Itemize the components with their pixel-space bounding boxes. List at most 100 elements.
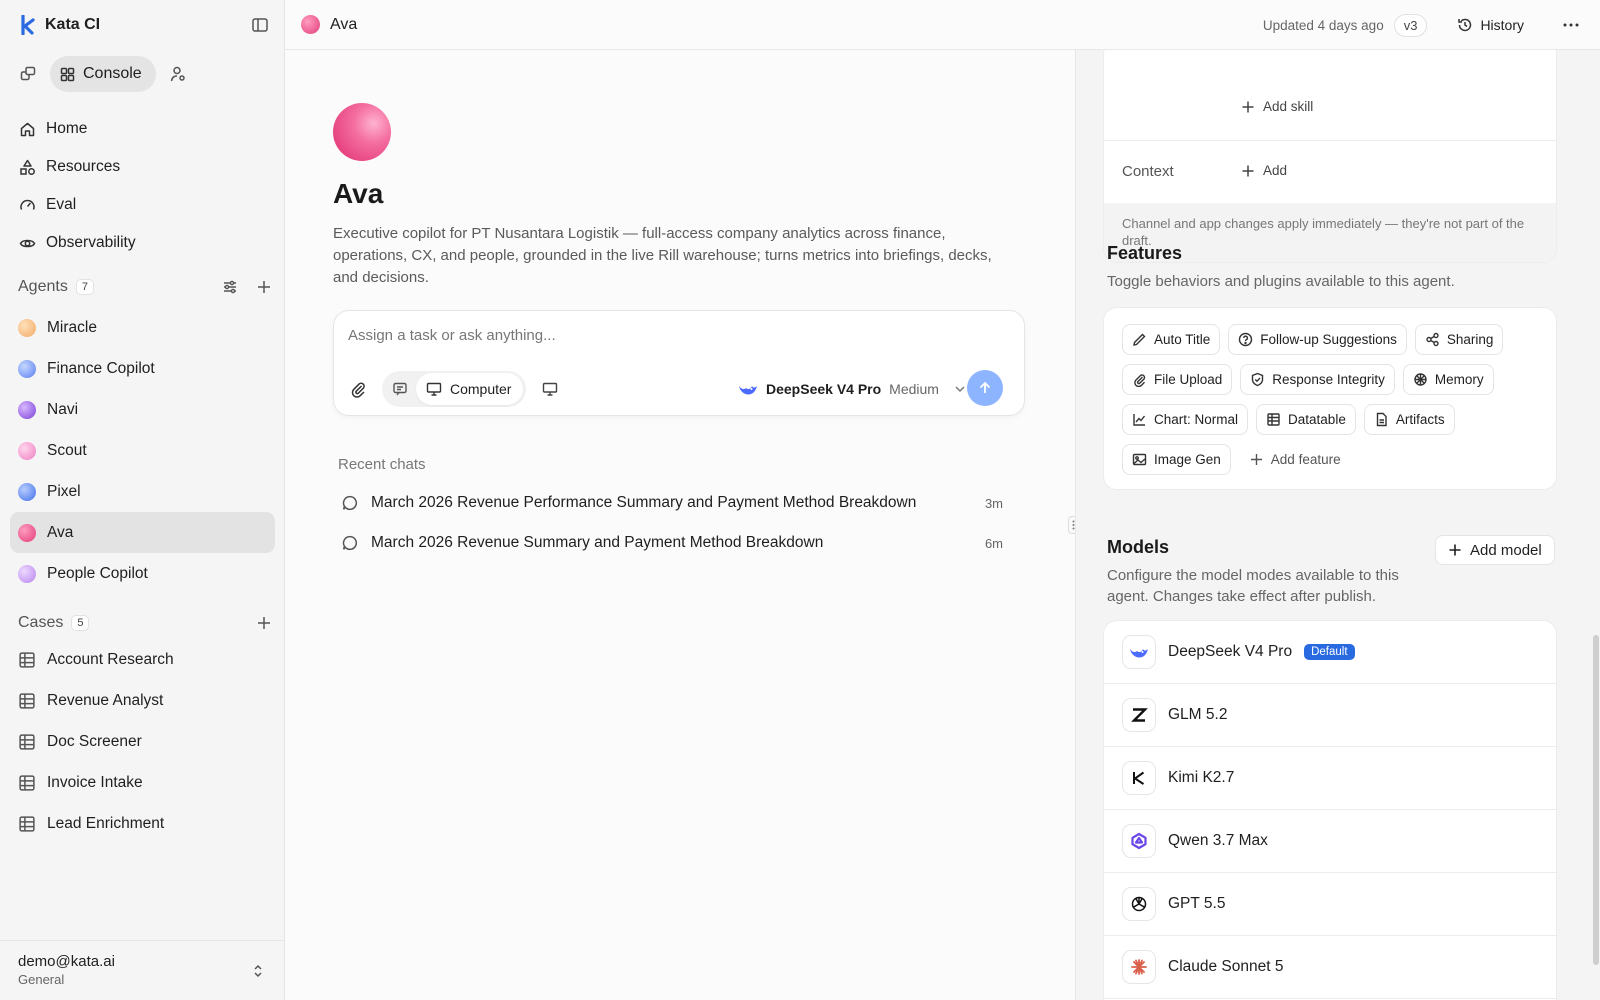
- feature-chip-memory[interactable]: Memory: [1402, 364, 1494, 395]
- case-item[interactable]: Account Research: [10, 639, 275, 680]
- zhipu-logo-icon: [1122, 698, 1156, 732]
- chevron-down-icon: [955, 386, 965, 393]
- plus-icon: [1242, 165, 1254, 176]
- feature-chip-follow-up[interactable]: Follow-up Suggestions: [1228, 324, 1407, 355]
- features-card: Auto Title Follow-up Suggestions Sharing…: [1103, 307, 1557, 490]
- feature-chip-auto-title[interactable]: Auto Title: [1122, 324, 1221, 355]
- history-button[interactable]: History: [1449, 17, 1532, 33]
- account-switcher[interactable]: demo@kata.ai General: [0, 940, 285, 1000]
- pencil-icon: [1133, 333, 1146, 346]
- model-row-claude[interactable]: Claude Sonnet 5: [1104, 936, 1556, 999]
- computer-mode-button[interactable]: Computer: [416, 373, 524, 405]
- image-icon: [1132, 453, 1147, 466]
- divider: [1104, 140, 1556, 141]
- gauge-icon: [18, 196, 36, 214]
- model-row-gpt[interactable]: GPT 5.5: [1104, 873, 1556, 936]
- send-button[interactable]: [967, 370, 1003, 406]
- add-feature-button[interactable]: Add feature: [1238, 444, 1351, 475]
- agent-item-scout[interactable]: Scout: [10, 430, 275, 471]
- chip-label: Memory: [1434, 372, 1484, 387]
- nav-label: Eval: [46, 196, 77, 213]
- mode-switcher: Console: [18, 56, 188, 92]
- feature-chip-response-integrity[interactable]: Response Integrity: [1240, 364, 1395, 395]
- plus-icon: [1250, 454, 1262, 465]
- feature-chips: Auto Title Follow-up Suggestions Sharing…: [1122, 324, 1547, 475]
- agent-item-miracle[interactable]: Miracle: [10, 307, 275, 348]
- task-composer: Computer DeepSeek V4 Pro Medium: [333, 310, 1025, 416]
- user-settings-icon[interactable]: [168, 64, 188, 84]
- more-options-icon[interactable]: [1560, 14, 1582, 36]
- plus-icon: [1449, 544, 1461, 556]
- brand[interactable]: Kata CI: [20, 14, 100, 36]
- model-row-kimi[interactable]: Kimi K2.7: [1104, 747, 1556, 810]
- model-row-qwen[interactable]: Qwen 3.7 Max: [1104, 810, 1556, 873]
- agent-item-ava[interactable]: Ava: [10, 512, 275, 553]
- agents-section-header: Agents 7: [18, 275, 273, 299]
- model-name: Claude Sonnet 5: [1168, 958, 1284, 975]
- agent-item-pixel[interactable]: Pixel: [10, 471, 275, 512]
- feature-chip-chart[interactable]: Chart: Normal: [1122, 404, 1249, 435]
- case-item[interactable]: Lead Enrichment: [10, 803, 275, 844]
- paperclip-icon: [1134, 374, 1146, 387]
- config-panel: Add skill Context Add Channel and app ch…: [1075, 50, 1600, 1000]
- add-model-button[interactable]: Add model: [1435, 535, 1555, 565]
- nav-item-eval[interactable]: Eval: [10, 186, 275, 224]
- feature-chip-artifacts[interactable]: Artifacts: [1363, 404, 1455, 435]
- feature-chip-image-gen[interactable]: Image Gen: [1122, 444, 1231, 475]
- filter-sliders-icon[interactable]: [221, 278, 239, 296]
- table-icon: [19, 651, 35, 668]
- feature-chip-sharing[interactable]: Sharing: [1414, 324, 1504, 355]
- recent-chat-item[interactable]: March 2026 Revenue Summary and Payment M…: [341, 531, 1003, 555]
- add-skill-button[interactable]: Add skill: [1241, 99, 1313, 114]
- panel-scrollbar[interactable]: [1593, 635, 1599, 965]
- brand-name: Kata CI: [45, 16, 101, 33]
- case-item[interactable]: Revenue Analyst: [10, 680, 275, 721]
- chip-label: Datatable: [1288, 412, 1346, 427]
- composer-toolbar: Computer: [348, 371, 560, 407]
- claude-logo-icon: [1122, 950, 1156, 984]
- attach-paperclip-icon[interactable]: [348, 379, 368, 399]
- agent-item-navi[interactable]: Navi: [10, 389, 275, 430]
- agent-name-heading: Ava: [333, 178, 384, 209]
- task-input[interactable]: [348, 323, 1008, 347]
- chip-label: Response Integrity: [1272, 372, 1385, 387]
- nav-item-home[interactable]: Home: [10, 110, 275, 148]
- agent-avatar: [18, 400, 36, 419]
- updated-timestamp: Updated 4 days ago: [1262, 17, 1384, 33]
- user-workspace: General: [18, 972, 65, 987]
- feature-chip-file-upload[interactable]: File Upload: [1122, 364, 1233, 395]
- version-badge[interactable]: v3: [1393, 13, 1428, 37]
- add-agent-plus-icon[interactable]: [255, 278, 273, 296]
- case-item[interactable]: Invoice Intake: [10, 762, 275, 803]
- nav-item-resources[interactable]: Resources: [10, 148, 275, 186]
- sidebar-toggle-icon[interactable]: [251, 16, 269, 34]
- nav-item-observability[interactable]: Observability: [10, 224, 275, 262]
- top-actions: Updated 4 days ago v3 History: [1263, 12, 1582, 38]
- context-label: Context: [1122, 163, 1174, 180]
- chat-title: March 2026 Revenue Summary and Payment M…: [371, 534, 824, 551]
- agent-name: Finance Copilot: [47, 359, 155, 377]
- agents-count: 7: [75, 279, 94, 295]
- features-title: Features: [1107, 243, 1183, 263]
- model-row-deepseek[interactable]: DeepSeek V4 Pro Default: [1104, 621, 1556, 684]
- add-case-plus-icon[interactable]: [255, 614, 273, 632]
- recent-chat-item[interactable]: March 2026 Revenue Performance Summary a…: [341, 491, 1003, 515]
- agent-item-people-copilot[interactable]: People Copilot: [10, 553, 275, 594]
- model-row-glm[interactable]: GLM 5.2: [1104, 684, 1556, 747]
- agents-title: Agents: [18, 278, 68, 295]
- case-item[interactable]: Doc Screener: [10, 721, 275, 762]
- agent-item-finance-copilot[interactable]: Finance Copilot: [10, 348, 275, 389]
- add-context-button[interactable]: Add: [1241, 163, 1287, 178]
- agents-list: Miracle Finance Copilot Navi Scout Pixel…: [10, 307, 275, 594]
- model-selector[interactable]: DeepSeek V4 Pro Medium: [738, 375, 967, 403]
- feature-chip-datatable[interactable]: Datatable: [1256, 404, 1356, 435]
- agent-name: Pixel: [47, 482, 81, 500]
- chat-bubble-icon[interactable]: [390, 379, 410, 399]
- kimi-logo-icon: [1122, 761, 1156, 795]
- share-icon: [1426, 332, 1439, 347]
- chat-mode-icon[interactable]: [18, 64, 38, 84]
- features-subtitle: Toggle behaviors and plugins available t…: [1107, 273, 1455, 290]
- screen-share-icon[interactable]: [540, 379, 560, 399]
- console-button[interactable]: Console: [50, 56, 156, 92]
- chevron-up-down-icon: [254, 964, 262, 978]
